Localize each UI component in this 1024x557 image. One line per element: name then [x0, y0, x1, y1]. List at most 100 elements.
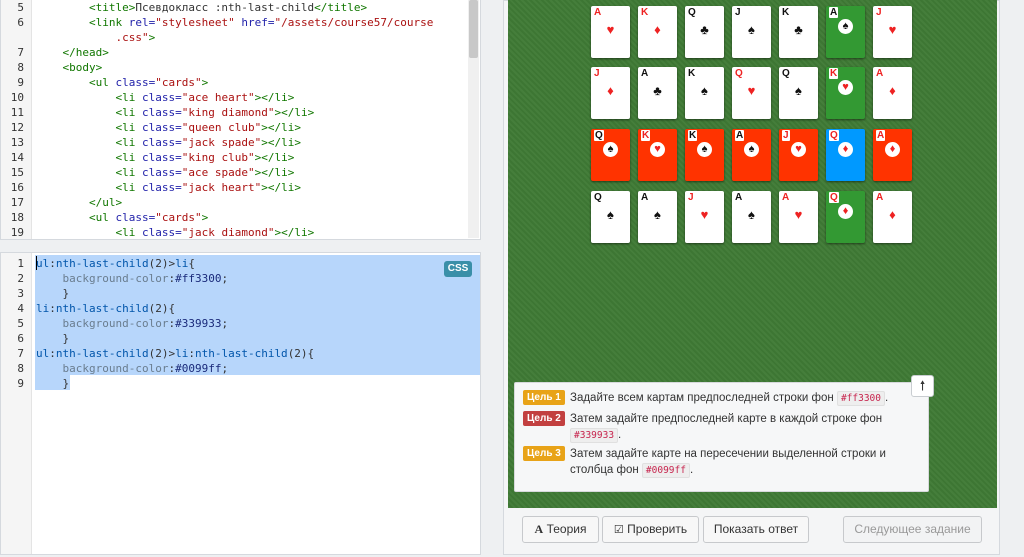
color-code: #ff3300: [836, 391, 885, 406]
card-suit-icon: ♠: [607, 207, 614, 222]
card-suit-icon: ♠: [697, 142, 712, 157]
check-button-label: Проверить: [627, 522, 688, 536]
playing-card: A ♦: [873, 191, 912, 243]
code-token: :: [188, 347, 195, 360]
card-rank: A: [641, 192, 649, 203]
show-answer-button[interactable]: Показать ответ: [703, 516, 809, 543]
goal-text: Затем задайте карте на пересечении выдел…: [570, 446, 920, 478]
card-suit-icon: ♠: [748, 207, 755, 222]
code-token: </ul>: [88, 196, 123, 209]
code-token: <body>: [62, 61, 103, 74]
code-token: "king diamond": [181, 106, 275, 119]
css-line-number: 2: [17, 272, 24, 285]
css-code-line: }: [36, 331, 70, 346]
goal-badge: Цель 2: [523, 411, 565, 426]
card-suit-icon: ♠: [748, 22, 755, 37]
code-token: ;: [221, 272, 229, 285]
code-token: "/assets/course57/course: [274, 16, 434, 29]
code-token: ></li>: [254, 151, 295, 164]
playing-card: J ♥: [873, 6, 912, 58]
goal-description: Задайте всем картам предпоследней строки…: [570, 392, 837, 404]
code-token: <li: [115, 121, 142, 134]
checkbox-check-icon: ☑: [613, 524, 624, 536]
card-rank: K: [688, 68, 696, 79]
code-token: "jack diamond": [181, 226, 275, 239]
text-cursor: [36, 256, 37, 270]
css-line-number: 4: [17, 302, 24, 315]
card-suit-icon: ♠: [838, 19, 853, 34]
code-token: <li: [115, 106, 142, 119]
goal-punctuation: .: [618, 429, 622, 441]
code-token: }: [62, 287, 70, 300]
card-rank: Q: [829, 192, 839, 203]
css-editor[interactable]: 1 ul:nth-last-child(2)>li{2 background-co…: [0, 252, 481, 555]
goal-text: Затем задайте предпоследней карте в кажд…: [570, 411, 920, 443]
goals-toggle-button[interactable]: 🠕: [911, 375, 934, 397]
html-editor[interactable]: 5 <title>Псевдокласс :nth-last-child</ti…: [0, 0, 481, 240]
card-suit-icon: ♥: [700, 207, 709, 222]
next-task-button[interactable]: Следующее задание: [843, 516, 982, 543]
code-token: "stylesheet": [155, 16, 235, 29]
css-line-number: 7: [17, 347, 24, 360]
css-line-number: 1: [17, 257, 24, 270]
playing-card: K ♥: [826, 67, 865, 119]
html-line-number: 14: [10, 151, 24, 164]
code-token: (2){: [148, 302, 176, 315]
code-token: ;: [221, 317, 229, 330]
code-token: :: [49, 257, 56, 270]
card-suit-icon: ♦: [607, 83, 614, 98]
code-token: li: [175, 347, 189, 360]
html-line-number: 17: [10, 196, 24, 209]
html-line-number: 5: [17, 1, 24, 14]
card-rank: A: [782, 192, 790, 203]
card-suit-icon: ♣: [700, 22, 709, 37]
code-token: nth-last-child: [55, 302, 149, 315]
code-token: class=: [141, 166, 182, 179]
card-rank: A: [829, 7, 839, 18]
card-rank: Q: [829, 130, 839, 141]
html-scrollbar-thumb[interactable]: [469, 0, 478, 58]
code-token: }: [62, 332, 70, 345]
next-task-button-label: Следующее задание: [854, 522, 971, 536]
code-token: ></li>: [261, 121, 301, 134]
code-token: ;: [221, 362, 229, 375]
code-token: rel=: [128, 16, 156, 29]
theory-button[interactable]: A Теория: [522, 516, 599, 543]
playing-card: A ♦: [873, 129, 912, 181]
code-token: ></li>: [274, 106, 315, 119]
code-token: ></li>: [274, 226, 315, 239]
css-code-line: }: [36, 286, 70, 301]
card-rank: J: [594, 68, 600, 79]
html-line-number: 15: [10, 166, 24, 179]
code-token: class=: [141, 136, 182, 149]
card-rank: J: [688, 192, 694, 203]
css-line-number: 3: [17, 287, 24, 300]
code-token: <link: [88, 16, 129, 29]
code-token: #ff3300: [175, 272, 222, 285]
code-token: class=: [115, 211, 156, 224]
card-suit-icon: ♥: [791, 142, 806, 157]
goals-panel: Цель 1 Задайте всем картам предпоследней …: [514, 382, 929, 492]
code-token: href=: [234, 16, 275, 29]
card-rank: A: [876, 192, 884, 203]
playing-card: A ♣: [638, 67, 677, 119]
code-token: <li: [115, 166, 142, 179]
code-token: >: [201, 211, 209, 224]
code-token: <li: [115, 91, 142, 104]
playing-card: A ♥: [779, 191, 818, 243]
goal-punctuation: .: [689, 464, 694, 476]
check-button[interactable]: ☑ Проверить: [602, 516, 699, 543]
code-token: ul: [36, 347, 50, 360]
html-line-number: 13: [10, 136, 24, 149]
